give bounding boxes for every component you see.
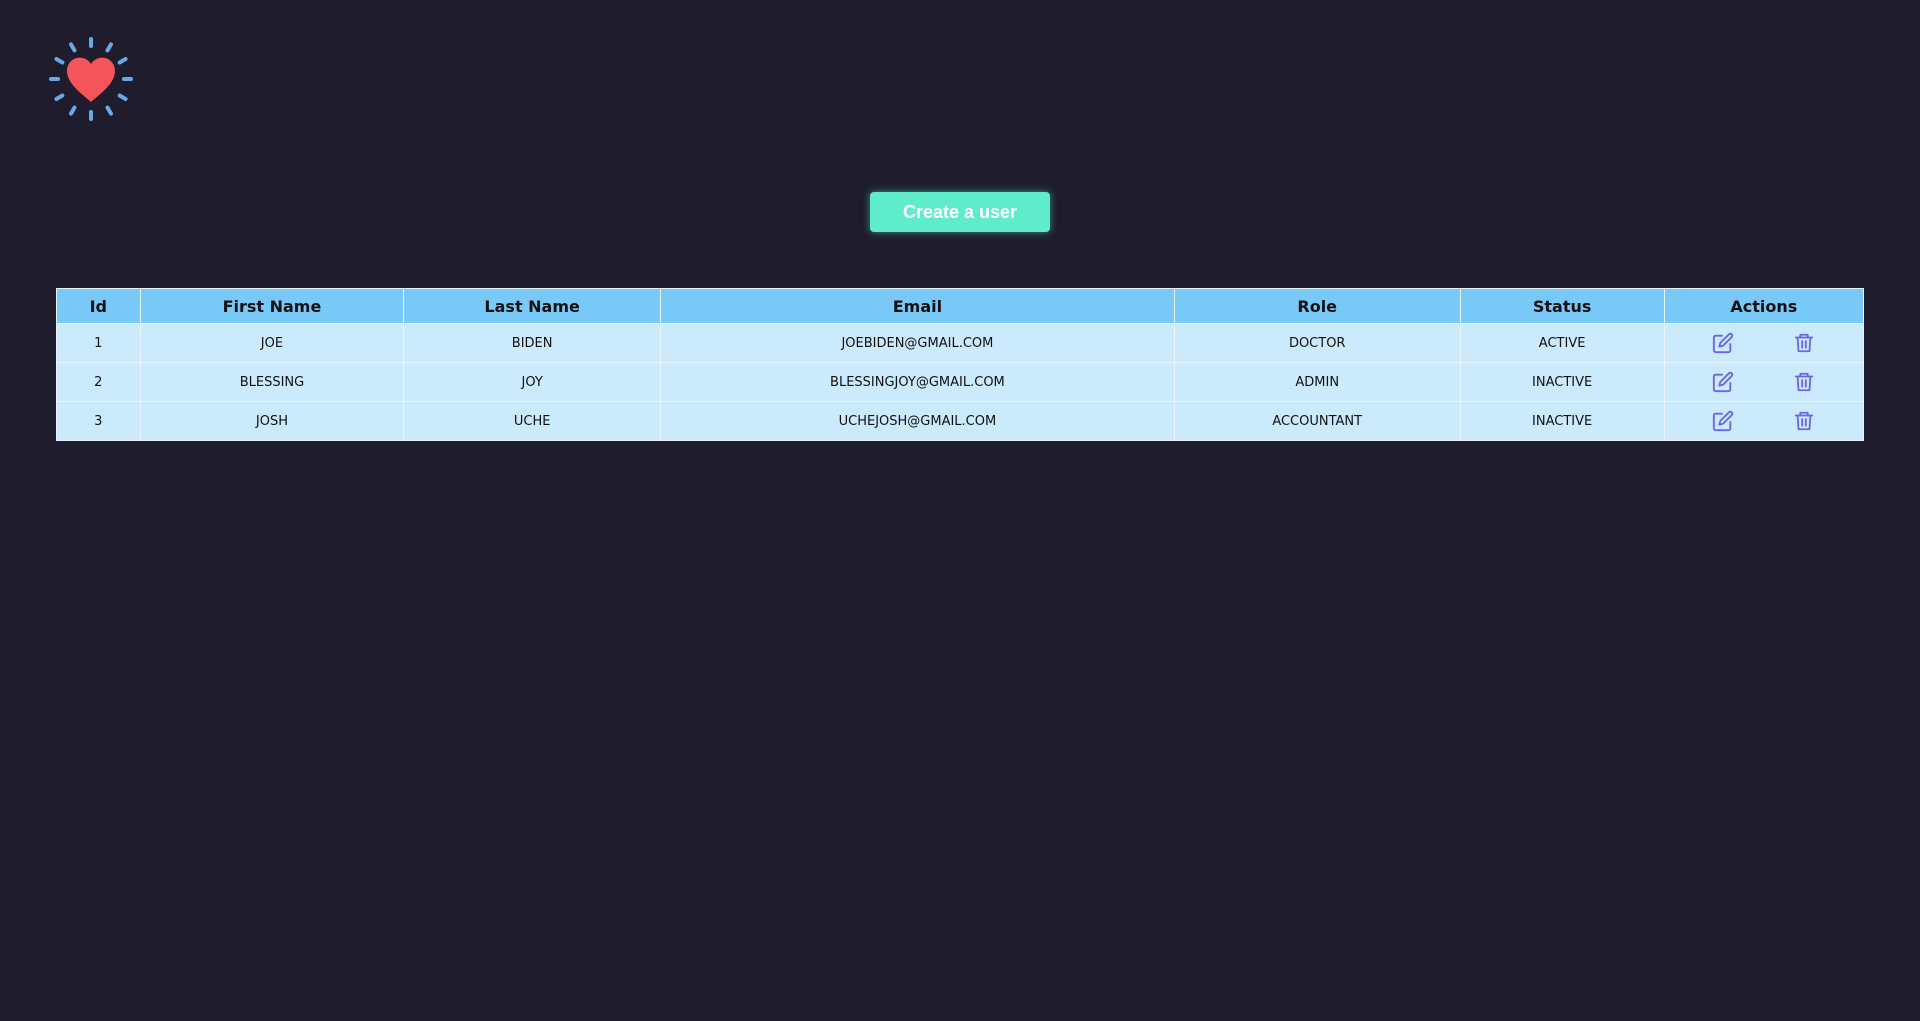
cell-id: 3 (56, 401, 141, 441)
table-row: 1 JOE BIDEN JOEBIDEN@GMAIL.COM DOCTOR AC… (56, 323, 1865, 363)
cell-email: UCHEJOSH@GMAIL.COM (660, 401, 1175, 441)
cell-actions (1663, 362, 1865, 402)
column-header-first-name: First Name (139, 288, 405, 324)
edit-icon[interactable] (1710, 330, 1736, 356)
cell-email: JOEBIDEN@GMAIL.COM (660, 323, 1175, 363)
cell-id: 2 (56, 362, 141, 402)
trash-icon[interactable] (1791, 408, 1817, 434)
cell-actions (1663, 401, 1865, 441)
cell-first-name: BLESSING (139, 362, 405, 402)
cell-role: ACCOUNTANT (1173, 401, 1461, 441)
trash-icon[interactable] (1791, 330, 1817, 356)
column-header-role: Role (1173, 288, 1461, 324)
trash-icon[interactable] (1791, 369, 1817, 395)
column-header-status: Status (1459, 288, 1665, 324)
cell-status: INACTIVE (1459, 362, 1665, 402)
cell-first-name: JOE (139, 323, 405, 363)
column-header-email: Email (660, 288, 1175, 324)
cell-id: 1 (56, 323, 141, 363)
cell-role: ADMIN (1173, 362, 1461, 402)
users-table: Id First Name Last Name Email Role Statu… (56, 288, 1865, 441)
cell-status: INACTIVE (1459, 401, 1665, 441)
cell-role: DOCTOR (1173, 323, 1461, 363)
cell-first-name: JOSH (139, 401, 405, 441)
edit-icon[interactable] (1710, 369, 1736, 395)
table-row: 3 JOSH UCHE UCHEJOSH@GMAIL.COM ACCOUNTAN… (56, 401, 1865, 441)
column-header-actions: Actions (1663, 288, 1865, 324)
column-header-last-name: Last Name (403, 288, 661, 324)
cell-actions (1663, 323, 1865, 363)
table-row: 2 BLESSING JOY BLESSINGJOY@GMAIL.COM ADM… (56, 362, 1865, 402)
heart-logo-icon (48, 36, 134, 122)
cell-last-name: UCHE (403, 401, 661, 441)
cell-email: BLESSINGJOY@GMAIL.COM (660, 362, 1175, 402)
cell-last-name: BIDEN (403, 323, 661, 363)
cell-status: ACTIVE (1459, 323, 1665, 363)
cell-last-name: JOY (403, 362, 661, 402)
create-user-button[interactable]: Create a user (870, 192, 1050, 232)
edit-icon[interactable] (1710, 408, 1736, 434)
table-header-row: Id First Name Last Name Email Role Statu… (56, 288, 1865, 324)
column-header-id: Id (56, 288, 141, 324)
